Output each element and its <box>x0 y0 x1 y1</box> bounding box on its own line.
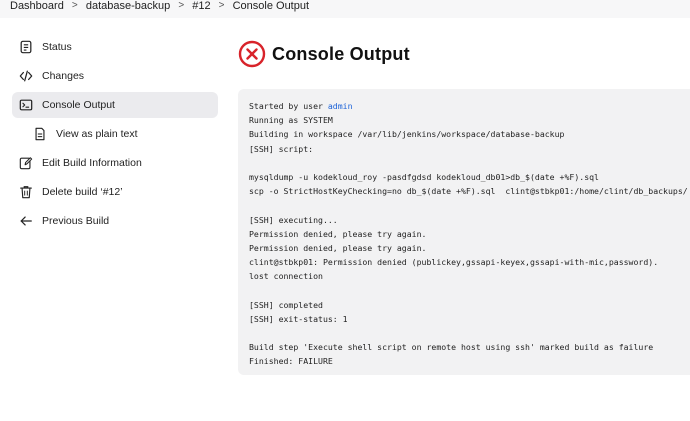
console-line: clint@stbkp01: Permission denied (public… <box>249 257 659 268</box>
trash-icon <box>19 185 33 199</box>
console-line: mysqldump -u kodekloud_roy -pasdfgdsd ko… <box>249 171 599 182</box>
sidebar-item-label: Edit Build Information <box>42 157 142 169</box>
sidebar-item-status[interactable]: Status <box>12 34 218 60</box>
console-line: Build step 'Execute shell script on remo… <box>249 342 654 353</box>
sidebar-item-previous-build[interactable]: Previous Build <box>12 208 218 234</box>
breadcrumb-dashboard[interactable]: Dashboard <box>10 0 64 12</box>
chevron-right-icon: > <box>71 0 78 11</box>
console-started-text: Started by user <box>249 101 328 111</box>
console-line: Building in workspace /var/lib/jenkins/w… <box>249 129 565 140</box>
sidebar-item-label: View as plain text <box>56 128 138 140</box>
sidebar-item-label: Delete build ‘#12’ <box>42 186 123 198</box>
chevron-right-icon: > <box>218 0 225 11</box>
sidebar-item-changes[interactable]: Changes <box>12 63 218 89</box>
console-line: Running as SYSTEM <box>249 115 333 126</box>
sidebar-item-label: Previous Build <box>42 215 110 227</box>
console-line: [SSH] executing... <box>249 214 338 225</box>
console-line: scp -o StrictHostKeyChecking=no db_$(dat… <box>249 186 688 197</box>
console-line: Permission denied, please try again. <box>249 242 427 253</box>
edit-icon <box>19 156 33 170</box>
sidebar: Status Changes Console Output View as pl… <box>12 34 218 237</box>
chevron-right-icon: > <box>178 0 185 11</box>
console-line: Started by user admin <box>249 99 687 113</box>
sidebar-item-label: Console Output <box>42 99 115 111</box>
breadcrumb-console-output[interactable]: Console Output <box>233 0 309 12</box>
breadcrumb-job[interactable]: database-backup <box>86 0 170 12</box>
page-title: Console Output <box>272 43 410 64</box>
console-line: [SSH] exit-status: 1 <box>249 313 348 324</box>
page-header: Console Output <box>238 40 410 68</box>
sidebar-item-console-output[interactable]: Console Output <box>12 92 218 118</box>
sidebar-item-delete-build[interactable]: Delete build ‘#12’ <box>12 179 218 205</box>
document-icon <box>33 127 47 141</box>
console-line: [SSH] script: <box>249 143 314 154</box>
user-link[interactable]: admin <box>328 101 353 111</box>
arrow-left-icon <box>19 214 33 228</box>
breadcrumb-build[interactable]: #12 <box>192 0 210 12</box>
status-icon <box>19 40 33 54</box>
sidebar-item-view-plain-text[interactable]: View as plain text <box>12 121 218 147</box>
console-line: Permission denied, please try again. <box>249 228 427 239</box>
console-output: Started by user admin Running as SYSTEM … <box>238 89 690 375</box>
terminal-icon <box>19 98 33 112</box>
breadcrumb: Dashboard > database-backup > #12 > Cons… <box>0 0 690 18</box>
sidebar-item-label: Status <box>42 41 72 53</box>
console-line: Finished: FAILURE <box>249 356 333 367</box>
console-line: lost connection <box>249 271 323 282</box>
sidebar-item-edit-build-information[interactable]: Edit Build Information <box>12 150 218 176</box>
code-icon <box>19 69 33 83</box>
sidebar-item-label: Changes <box>42 70 85 82</box>
console-line: [SSH] completed <box>249 299 323 310</box>
failure-icon <box>238 40 266 68</box>
